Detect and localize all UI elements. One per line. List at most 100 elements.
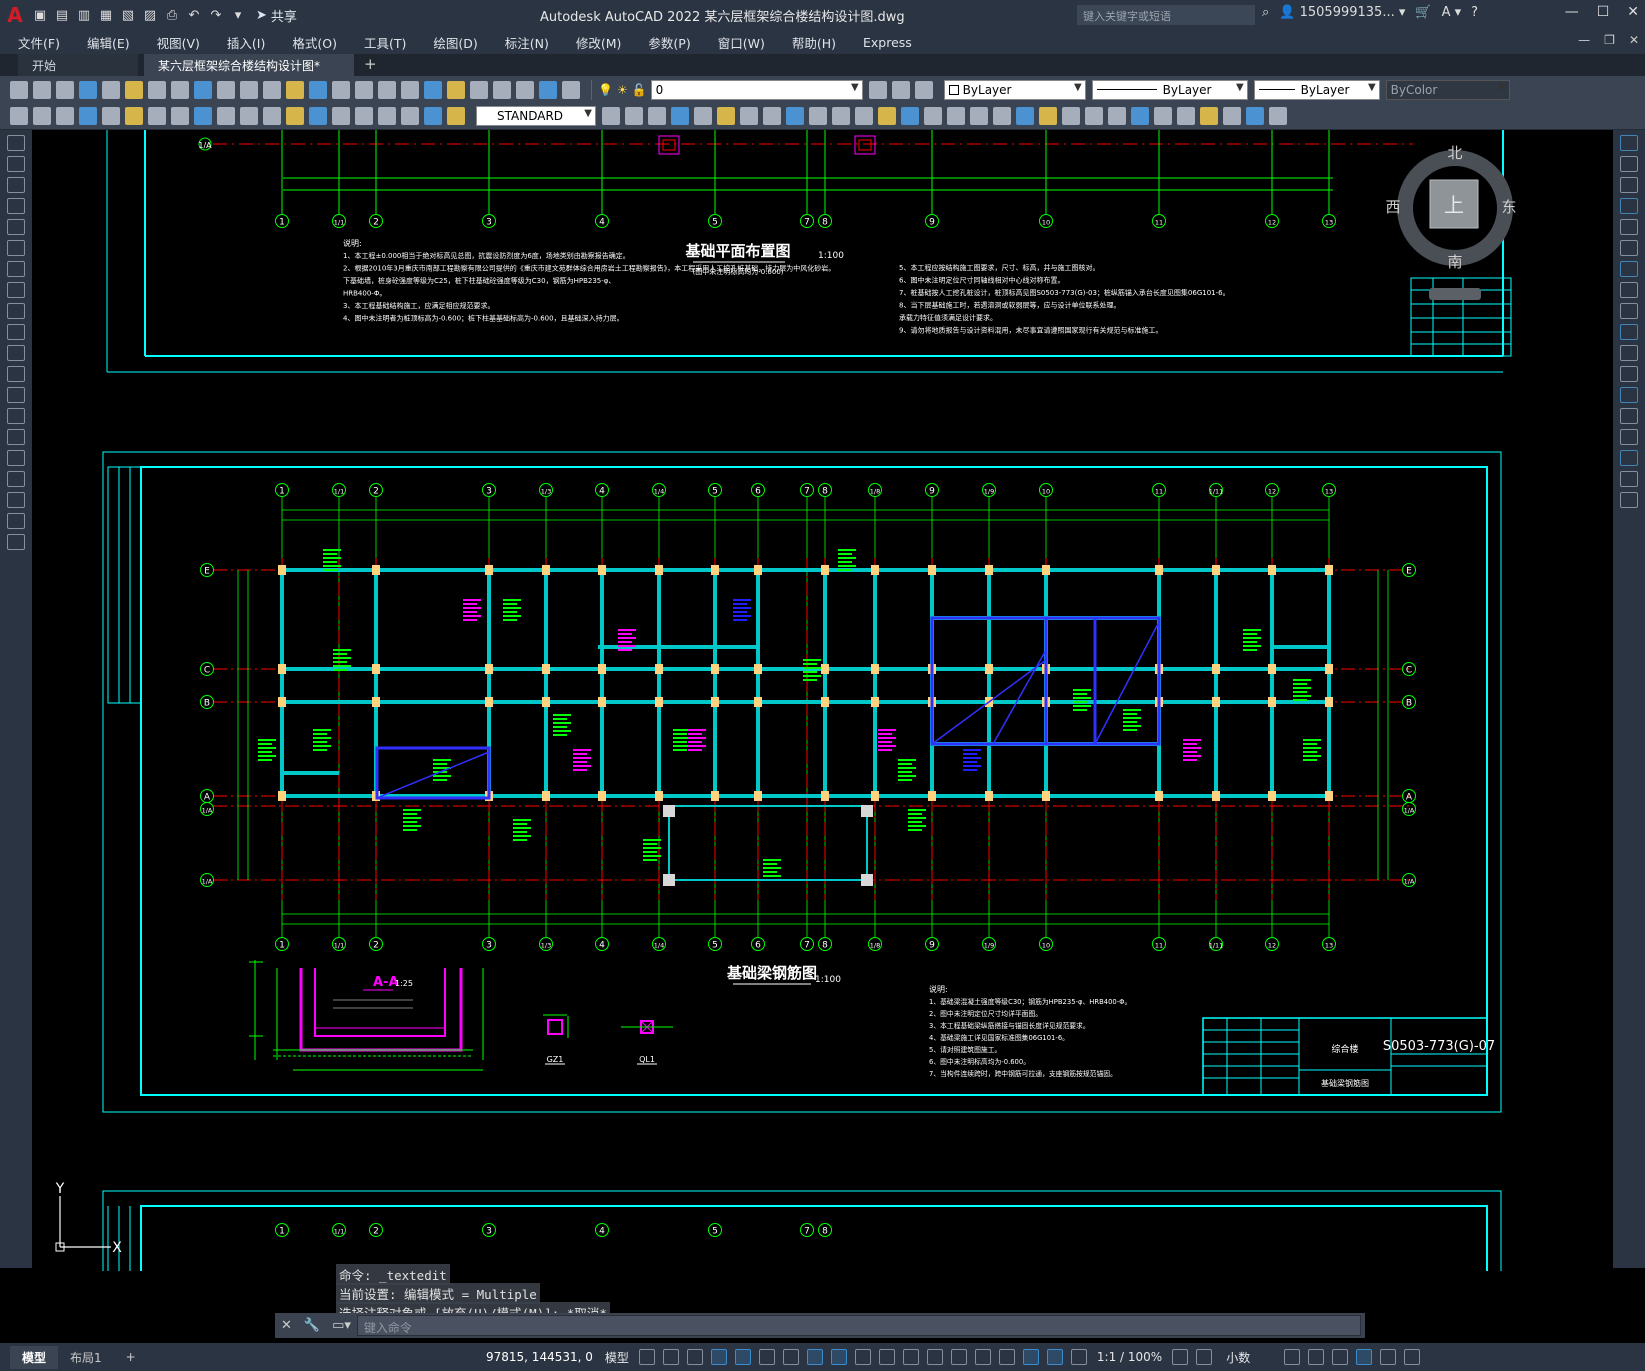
mleader-icon[interactable]: [602, 107, 620, 125]
table-icon[interactable]: [1108, 107, 1126, 125]
linetype-dropdown[interactable]: ByLayer ▼: [1091, 79, 1248, 100]
menu-item[interactable]: 编辑(E): [87, 33, 130, 52]
spline-tool-icon[interactable]: [7, 303, 25, 319]
plot-icon[interactable]: ⎙: [162, 5, 182, 25]
3d-osnap-icon[interactable]: [926, 1349, 943, 1365]
dynamic-input-icon[interactable]: [710, 1349, 727, 1365]
sheetset-icon[interactable]: [493, 80, 511, 99]
lock-icon[interactable]: 🔓: [632, 83, 647, 97]
menu-item[interactable]: 格式(O): [292, 33, 337, 52]
blockeditor-icon[interactable]: [263, 80, 281, 99]
add-selected-tool-icon[interactable]: [7, 534, 25, 550]
zoom-previous-icon[interactable]: [401, 80, 419, 99]
dimstyle-dropdown[interactable]: STANDARD ▼: [476, 106, 596, 126]
trim-tool-icon[interactable]: [1620, 324, 1638, 340]
zoom-realtime-icon[interactable]: [355, 80, 373, 99]
mleader-remove-icon[interactable]: [648, 107, 666, 125]
redo-icon[interactable]: [309, 80, 327, 99]
array-tool-icon[interactable]: [1620, 219, 1638, 235]
viewcube[interactable]: 上 北 南 西 东: [1385, 144, 1517, 300]
doc-close-icon[interactable]: ✕: [1629, 33, 1639, 47]
clean-screen-icon[interactable]: [1356, 1349, 1373, 1365]
open-web-icon[interactable]: ▧: [118, 5, 138, 25]
add-layout-button[interactable]: +: [114, 1347, 148, 1367]
blend-tool-icon[interactable]: [1620, 471, 1638, 487]
dim-space-icon[interactable]: [263, 107, 281, 125]
point-tool-icon[interactable]: [7, 408, 25, 424]
revcloud-icon[interactable]: [1246, 107, 1264, 125]
close-icon[interactable]: ✕: [1627, 4, 1639, 20]
boundary-icon[interactable]: [1200, 107, 1218, 125]
rectangle-tool-icon[interactable]: [7, 219, 25, 235]
jogged-linear-icon[interactable]: [378, 107, 396, 125]
auto-scale-icon[interactable]: [1046, 1349, 1063, 1365]
mleader-collect-icon[interactable]: [694, 107, 712, 125]
snap-icon[interactable]: [662, 1349, 679, 1365]
menu-item[interactable]: 文件(F): [18, 33, 60, 52]
close-command-icon[interactable]: ✕: [281, 1318, 292, 1333]
menu-item[interactable]: 修改(M): [576, 33, 622, 52]
hatch-icon[interactable]: [1154, 107, 1172, 125]
dynamic-ucs-icon[interactable]: [950, 1349, 967, 1365]
tab-start[interactable]: 开始: [18, 54, 138, 76]
hardware-accel-icon[interactable]: [1332, 1349, 1349, 1365]
copy-icon[interactable]: [194, 80, 212, 99]
insert-block-icon[interactable]: [993, 107, 1011, 125]
dim-edit-icon[interactable]: [401, 107, 419, 125]
wipeout-icon[interactable]: [1223, 107, 1241, 125]
3dprint-icon[interactable]: [148, 80, 166, 99]
menu-item[interactable]: 帮助(H): [792, 33, 836, 52]
break-tool-icon[interactable]: [1620, 387, 1638, 403]
fillet-tool-icon[interactable]: [1620, 450, 1638, 466]
layer-dropdown[interactable]: 0 ▼: [650, 79, 863, 100]
rotate-tool-icon[interactable]: [1620, 261, 1638, 277]
stretch-tool-icon[interactable]: [1620, 303, 1638, 319]
isodraft-icon[interactable]: [782, 1349, 799, 1365]
share-button[interactable]: ➤ 共享: [256, 6, 297, 25]
copy-obj-icon[interactable]: [740, 107, 758, 125]
units-dropdown[interactable]: 小数: [1226, 1349, 1250, 1366]
image-icon[interactable]: [1085, 107, 1103, 125]
maximize-icon[interactable]: ☐: [1597, 4, 1610, 20]
menu-icon[interactable]: [1404, 1349, 1421, 1365]
properties-icon[interactable]: [424, 80, 442, 99]
recent-commands-icon[interactable]: ▭▾: [332, 1318, 351, 1333]
annotation-scale-icon-icon[interactable]: [1070, 1349, 1087, 1365]
menu-item[interactable]: 插入(I): [227, 33, 265, 52]
drawing-canvas[interactable]: 1 1/1 2 3 4 5 7 8 9 10 11 12 13 1/A 基础平面布置图 1:100 (图…: [33, 130, 1613, 1271]
doc-restore-icon[interactable]: ❐: [1604, 33, 1615, 47]
mleader-align-icon[interactable]: [671, 107, 689, 125]
xref-icon[interactable]: [1062, 107, 1080, 125]
annotation-visibility-icon[interactable]: [1022, 1349, 1039, 1365]
bulb-icon[interactable]: 💡: [598, 83, 613, 97]
customize-qat-icon[interactable]: ▾: [228, 5, 248, 25]
scale-tool-icon[interactable]: [1620, 282, 1638, 298]
help-icon[interactable]: ?: [1471, 5, 1478, 20]
pan-icon[interactable]: [332, 80, 350, 99]
selection-cycling-icon[interactable]: [902, 1349, 919, 1365]
new-tab-button[interactable]: +: [364, 55, 377, 76]
transparency-icon[interactable]: [878, 1349, 895, 1365]
autocad-logo-icon[interactable]: A: [0, 0, 30, 30]
color-dropdown[interactable]: ByLayer ▼: [943, 79, 1086, 100]
infer-icon[interactable]: [686, 1349, 703, 1365]
polar-icon[interactable]: [758, 1349, 775, 1365]
isolate-icon[interactable]: [1308, 1349, 1325, 1365]
move-tool-icon[interactable]: [1620, 240, 1638, 256]
open-file-icon[interactable]: ▤: [52, 5, 72, 25]
menu-item[interactable]: 绘图(D): [433, 33, 477, 52]
search-icon[interactable]: ⌕: [1262, 5, 1269, 20]
rotate-icon[interactable]: [763, 107, 781, 125]
save-icon[interactable]: [56, 80, 74, 99]
dim-ordinate-icon[interactable]: [79, 107, 97, 125]
layer-previous-icon[interactable]: [914, 80, 933, 99]
ellipse-tool-icon[interactable]: [7, 324, 25, 340]
explode-tool-icon[interactable]: [1620, 492, 1638, 508]
lineweight-dropdown[interactable]: ByLayer ▼: [1253, 79, 1380, 100]
preview-icon[interactable]: [102, 80, 120, 99]
arc-tool-icon[interactable]: [7, 240, 25, 256]
layer-match-icon[interactable]: [891, 80, 910, 99]
region-tool-icon[interactable]: [7, 471, 25, 487]
tolerance-icon[interactable]: [309, 107, 327, 125]
menu-item[interactable]: 窗口(W): [718, 33, 765, 52]
